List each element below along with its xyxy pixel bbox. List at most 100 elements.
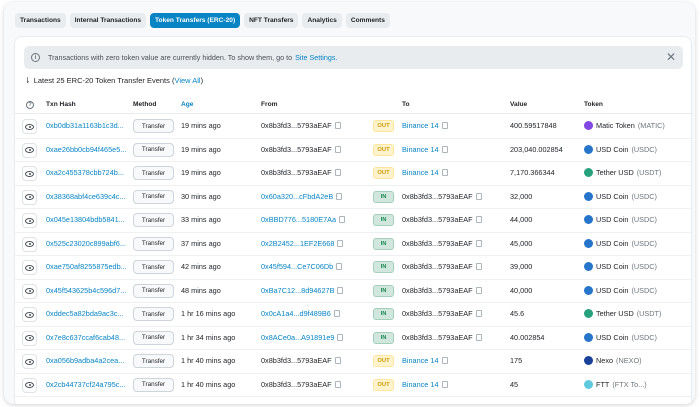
table-row: 0xddec5a82bda9ac3c... Transfer 1 hr 16 min… — [15, 303, 693, 327]
eye-icon[interactable] — [22, 189, 37, 205]
col-age[interactable]: Age — [181, 101, 193, 108]
table-row: 0xb0db31a1163b1c3d... Transfer 19 mins ago… — [15, 115, 693, 139]
close-icon[interactable]: ✕ — [666, 51, 676, 63]
token-link[interactable]: Tether USD (USDT) — [584, 168, 661, 177]
help-icon[interactable]: ? — [26, 101, 34, 109]
eye-icon[interactable] — [22, 236, 37, 252]
txn-hash-link[interactable]: 0xa056b9adba4a2cea... — [46, 356, 126, 365]
to-address[interactable]: Binance 14 — [402, 121, 448, 130]
to-address-text: 0x8b3fd3...5793aEAF — [402, 309, 473, 318]
tab-transactions[interactable]: Transactions — [15, 13, 66, 28]
txn-hash-link[interactable]: 0xb0db31a1163b1c3d... — [46, 121, 126, 130]
to-address[interactable]: Binance 14 — [402, 168, 448, 177]
from-address: 0x8b3fd3...5793aEAF — [261, 356, 341, 365]
eye-icon[interactable] — [22, 283, 37, 299]
token-symbol: (USDC) — [631, 191, 657, 201]
eye-icon[interactable] — [22, 142, 37, 158]
table-header: ? Txn Hash Method Age From To Value Toke… — [15, 97, 693, 114]
copy-icon[interactable] — [337, 333, 344, 341]
copy-icon[interactable] — [475, 310, 482, 317]
txn-hash-link[interactable]: 0x45f543625b4c596d7... — [46, 286, 126, 295]
sort-icon[interactable]: ⇂ — [24, 76, 31, 85]
to-address[interactable]: Binance 14 — [402, 380, 448, 389]
token-link[interactable]: USD Coin (USDC) — [584, 262, 657, 271]
copy-icon[interactable] — [475, 192, 482, 200]
txn-hash-link[interactable]: 0x7e8c637ccaf6cab48... — [46, 333, 126, 342]
from-address[interactable]: 0x2B2452...1EF2E668 — [261, 239, 344, 248]
eye-icon[interactable] — [22, 119, 37, 134]
txn-hash-link[interactable]: 0x045e13804bdb5841... — [46, 215, 126, 224]
copy-icon[interactable] — [334, 122, 341, 129]
to-address[interactable]: Binance 14 — [402, 145, 448, 154]
copy-icon[interactable] — [334, 169, 341, 176]
from-address[interactable]: 0xBa7C12...8d94627B — [261, 286, 344, 295]
copy-icon[interactable] — [475, 263, 482, 270]
col-to: To — [402, 101, 410, 108]
token-link[interactable]: USD Coin (USDC) — [584, 238, 657, 248]
eye-icon[interactable] — [22, 166, 37, 181]
token-symbol: (NEXO) — [616, 356, 642, 365]
copy-icon[interactable] — [475, 286, 482, 294]
from-address[interactable]: 0x60a320...cFbdA2eB — [261, 192, 343, 201]
eye-icon[interactable] — [22, 377, 37, 393]
copy-icon[interactable] — [475, 333, 482, 341]
eye-icon[interactable] — [22, 354, 37, 369]
tab-token-transfers-erc-20[interactable]: Token Transfers (ERC-20) — [150, 13, 241, 28]
txn-hash-link[interactable]: 0xa2c455378cbb724b... — [46, 168, 126, 177]
token-link[interactable]: Tether USD (USDT) — [584, 309, 661, 318]
copy-icon[interactable] — [334, 380, 341, 388]
copy-icon[interactable] — [475, 239, 482, 247]
token-link[interactable]: USD Coin (USDC) — [584, 215, 657, 224]
copy-icon[interactable] — [339, 216, 346, 223]
copy-icon[interactable] — [475, 216, 482, 223]
copy-icon[interactable] — [441, 169, 448, 176]
eye-icon[interactable] — [22, 260, 37, 275]
method-badge: Transfer — [133, 213, 174, 227]
token-logo-icon — [584, 332, 593, 342]
site-settings-link[interactable]: Site Settings. — [295, 53, 337, 62]
token-link[interactable]: USD Coin (USDC) — [584, 332, 657, 342]
value-text: 400.59517848 — [510, 121, 557, 130]
token-link[interactable]: Nexo (NEXO) — [584, 356, 642, 365]
copy-icon[interactable] — [441, 145, 448, 153]
token-link[interactable]: USD Coin (USDC) — [584, 191, 657, 201]
tab-analytics[interactable]: Analytics — [302, 13, 342, 28]
copy-icon[interactable] — [337, 239, 344, 247]
copy-icon[interactable] — [334, 145, 341, 153]
eye-icon[interactable] — [22, 330, 37, 346]
txn-hash-link[interactable]: 0xae26bb0cb94f465e5... — [46, 145, 126, 154]
tab-comments[interactable]: Comments — [345, 13, 390, 28]
txn-hash-link[interactable]: 0x525c23020c899abf6... — [46, 239, 126, 248]
copy-icon[interactable] — [336, 192, 343, 200]
copy-icon[interactable] — [441, 122, 448, 129]
from-address[interactable]: 0x0cA1a4...d9f489B6 — [261, 309, 340, 318]
txn-hash-link[interactable]: 0x2cb44737cf24a795c... — [46, 380, 126, 389]
view-all-link[interactable]: View All — [174, 76, 200, 85]
token-link[interactable]: FTT (FTX To...) — [584, 379, 647, 389]
tab-nft-transfers[interactable]: NFT Transfers — [244, 13, 299, 28]
method-badge: Transfer — [133, 119, 174, 133]
copy-icon[interactable] — [441, 357, 448, 364]
token-link[interactable]: Matic Token (MATIC) — [584, 121, 665, 130]
from-address[interactable]: 0x45f594...Ce7C06Db — [261, 262, 343, 271]
token-link[interactable]: USD Coin (USDC) — [584, 144, 657, 154]
method-badge: Transfer — [133, 283, 174, 298]
to-address[interactable]: Binance 14 — [402, 356, 448, 365]
from-address[interactable]: 0xBBD776...5180E7Aa — [261, 215, 346, 224]
copy-icon[interactable] — [334, 357, 341, 364]
copy-icon[interactable] — [333, 310, 340, 317]
age-text: 1 hr 16 mins ago — [181, 309, 236, 318]
copy-icon[interactable] — [336, 263, 343, 270]
txn-hash-link[interactable]: 0xddec5a82bda9ac3c... — [46, 309, 126, 318]
eye-icon[interactable] — [22, 213, 37, 228]
eye-icon[interactable] — [22, 307, 37, 322]
from-address[interactable]: 0x8ACe0a...A91891e9 — [261, 333, 344, 342]
copy-icon[interactable] — [441, 380, 448, 388]
copy-icon[interactable] — [337, 286, 344, 294]
token-name: USD Coin — [596, 215, 629, 224]
txn-hash-link[interactable]: 0xae750af8255875edb... — [46, 262, 126, 271]
tab-internal-transactions[interactable]: Internal Transactions — [69, 13, 147, 28]
from-address-text: 0x0cA1a4...d9f489B6 — [261, 309, 331, 318]
txn-hash-link[interactable]: 0x38368abf4ce639c4c... — [46, 192, 126, 201]
token-link[interactable]: USD Coin (USDC) — [584, 285, 657, 295]
